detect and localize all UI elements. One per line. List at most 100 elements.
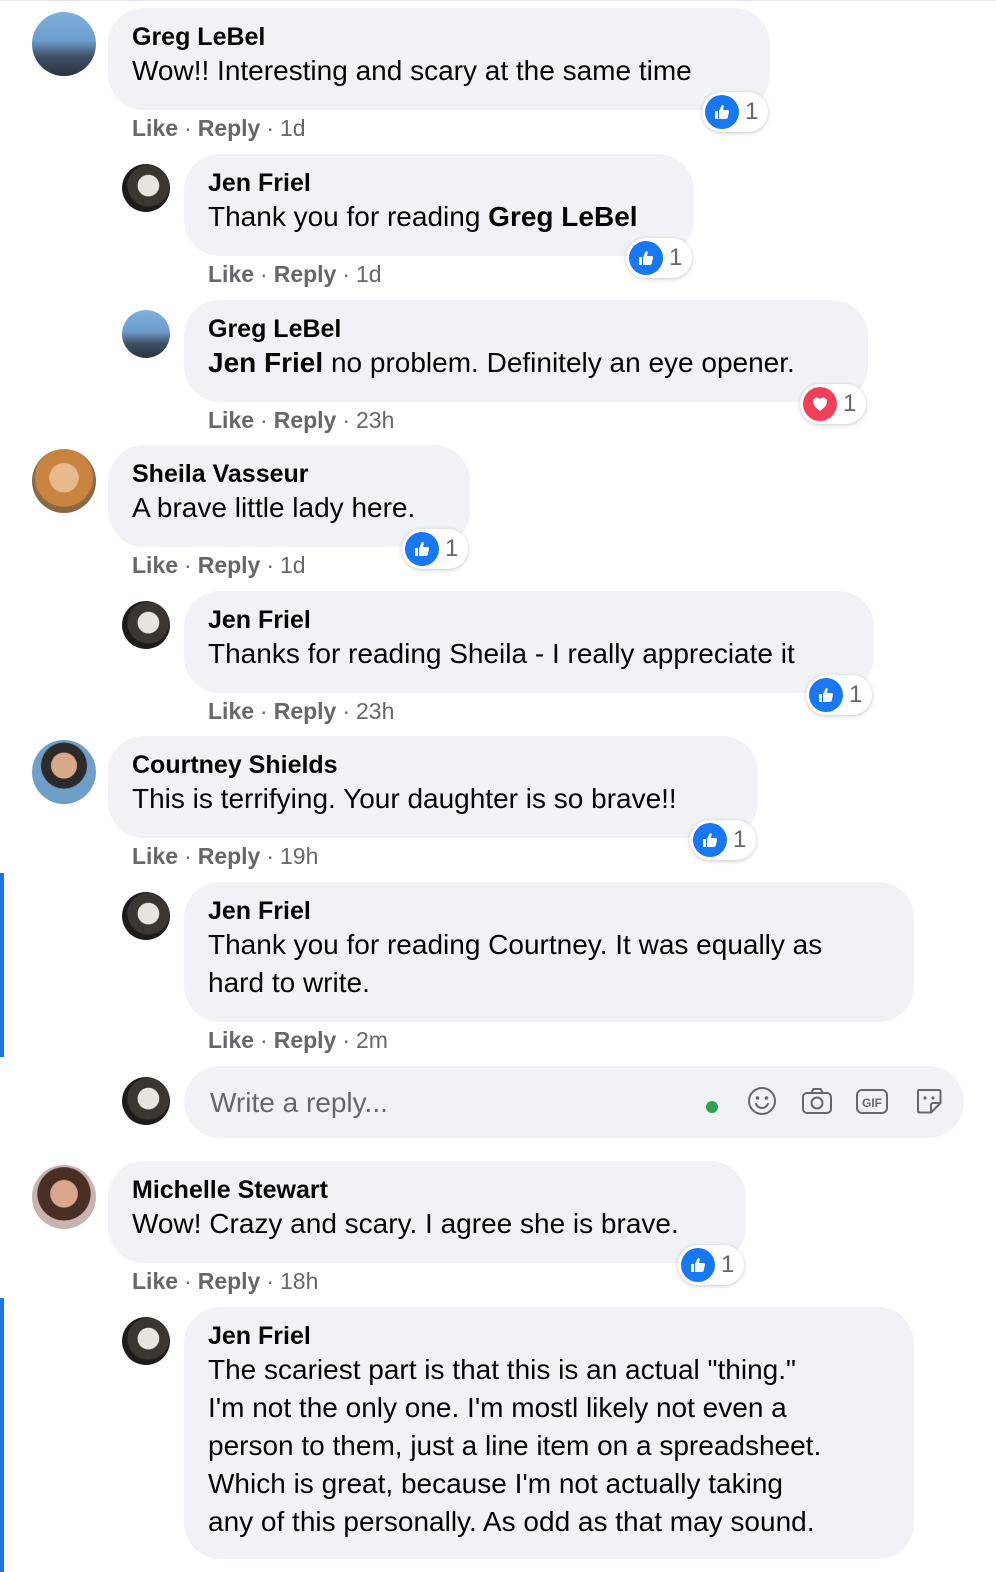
comment-timestamp[interactable]: 18h [280, 1268, 318, 1294]
avatar[interactable] [122, 892, 170, 940]
reaction-count: 1 [745, 98, 759, 125]
separator: · [342, 698, 351, 724]
comment-author[interactable]: Sheila Vasseur [132, 459, 446, 489]
comment-timestamp[interactable]: 1d [280, 115, 306, 141]
separator: · [342, 261, 351, 287]
like-button[interactable]: Like [208, 698, 254, 724]
comment-text: Thank you for reading Greg LeBel [208, 198, 670, 236]
comment-bubble: Jen Friel The scariest part is that this… [184, 1307, 914, 1559]
reply-composer: GIF [184, 1066, 964, 1138]
comment-bubble: Courtney Shields This is terrifying. You… [108, 736, 758, 838]
separator: · [266, 115, 275, 141]
comment-text-line: Which is great, because I'm not actually… [208, 1468, 783, 1499]
avatar[interactable] [122, 310, 170, 358]
comment-text: Thank you for reading Courtney. It was e… [208, 929, 823, 960]
separator: · [266, 1268, 275, 1294]
comment-text-plain: no problem. Definitely an eye opener. [323, 347, 795, 378]
avatar[interactable] [122, 164, 170, 212]
comment-author[interactable]: Greg LeBel [208, 314, 844, 344]
reply-button[interactable]: Reply [198, 843, 261, 869]
comment-author[interactable]: Michelle Stewart [132, 1175, 722, 1205]
reply-button[interactable]: Reply [198, 115, 261, 141]
comment-text-line: The scariest part is that this is an act… [208, 1354, 796, 1385]
reply-button[interactable]: Reply [274, 407, 337, 433]
comment-timestamp[interactable]: 1d [280, 552, 306, 578]
reaction-badge[interactable]: 1 [626, 238, 693, 278]
like-button[interactable]: Like [132, 115, 178, 141]
reply-button[interactable]: Reply [274, 261, 337, 287]
reaction-count: 1 [721, 1251, 735, 1278]
comment-timestamp[interactable]: 2m [356, 1027, 388, 1053]
comment-author[interactable]: Greg LeBel [132, 22, 746, 52]
comment-actions: Like · Reply · 23h [208, 406, 394, 434]
emoji-icon[interactable] [744, 1083, 780, 1119]
like-button[interactable]: Like [132, 1268, 178, 1294]
comment-author[interactable]: Jen Friel [208, 168, 670, 198]
comment-actions: Like · Reply · 2m [208, 1026, 388, 1054]
reply-button[interactable]: Reply [274, 698, 337, 724]
avatar[interactable] [122, 1317, 170, 1365]
comment-author[interactable]: Courtney Shields [132, 750, 734, 780]
comment-text: This is terrifying. Your daughter is so … [132, 783, 677, 814]
comment-author[interactable]: Jen Friel [208, 1321, 890, 1351]
like-button[interactable]: Like [208, 407, 254, 433]
online-status-dot [706, 1101, 718, 1113]
separator: · [260, 698, 268, 724]
reply-input[interactable] [208, 1082, 672, 1124]
reaction-badge[interactable]: 1 [806, 675, 873, 715]
separator: · [266, 552, 275, 578]
gif-icon[interactable]: GIF [854, 1083, 890, 1119]
comment-text: hard to write. [208, 967, 370, 998]
separator: · [260, 261, 268, 287]
avatar[interactable] [32, 1165, 96, 1229]
like-button[interactable]: Like [132, 843, 178, 869]
comment-bubble: Jen Friel Thank you for reading Courtney… [184, 882, 914, 1022]
comment-actions: Like · Reply · 1d [208, 260, 382, 288]
comment-text-line: person to them, just a line item on a sp… [208, 1430, 822, 1461]
avatar[interactable] [32, 12, 96, 76]
avatar[interactable] [32, 449, 96, 513]
separator: · [260, 407, 268, 433]
comment-author[interactable]: Jen Friel [208, 605, 850, 635]
comment-bubble: Greg LeBel Jen Friel no problem. Definit… [184, 300, 868, 402]
separator: · [184, 1268, 192, 1294]
separator: · [266, 843, 275, 869]
comment-bubble: Jen Friel Thank you for reading Greg LeB… [184, 154, 694, 256]
mention[interactable]: Greg LeBel [488, 201, 637, 232]
comment-text-plain: Thank you for reading [208, 201, 489, 232]
separator: · [184, 843, 192, 869]
comment-timestamp[interactable]: 23h [356, 698, 394, 724]
camera-icon[interactable] [799, 1083, 835, 1119]
comment-actions: Like · Reply · 23h [208, 697, 394, 725]
active-thread-indicator [0, 873, 4, 1057]
like-reaction-icon [693, 823, 727, 857]
reaction-badge[interactable]: 1 [402, 529, 469, 569]
like-button[interactable]: Like [208, 261, 254, 287]
like-button[interactable]: Like [208, 1027, 254, 1053]
avatar[interactable] [32, 740, 96, 804]
comment-text-line: I'm not the only one. I'm mostl likely n… [208, 1392, 787, 1423]
reply-button[interactable]: Reply [274, 1027, 337, 1053]
like-reaction-icon [629, 241, 663, 275]
reaction-badge[interactable]: 1 [800, 384, 867, 424]
comment-text: A brave little lady here. [132, 492, 416, 523]
comment-author[interactable]: Jen Friel [208, 896, 890, 926]
avatar[interactable] [122, 601, 170, 649]
reaction-count: 1 [445, 535, 459, 562]
comment-timestamp[interactable]: 23h [356, 407, 394, 433]
reaction-badge[interactable]: 1 [690, 820, 757, 860]
reply-button[interactable]: Reply [198, 1268, 261, 1294]
reaction-count: 1 [669, 244, 683, 271]
comment-bubble: Greg LeBel Wow!! Interesting and scary a… [108, 8, 770, 110]
sticker-icon[interactable] [911, 1083, 947, 1119]
comment-timestamp[interactable]: 19h [280, 843, 318, 869]
like-button[interactable]: Like [132, 552, 178, 578]
mention[interactable]: Jen Friel [208, 347, 323, 378]
separator: · [184, 115, 192, 141]
reaction-badge[interactable]: 1 [702, 92, 769, 132]
reply-button[interactable]: Reply [198, 552, 261, 578]
reaction-badge[interactable]: 1 [678, 1245, 745, 1285]
comment-timestamp[interactable]: 1d [356, 261, 382, 287]
active-thread-indicator [0, 1298, 4, 1572]
comment-text: Wow!! Interesting and scary at the same … [132, 55, 692, 86]
